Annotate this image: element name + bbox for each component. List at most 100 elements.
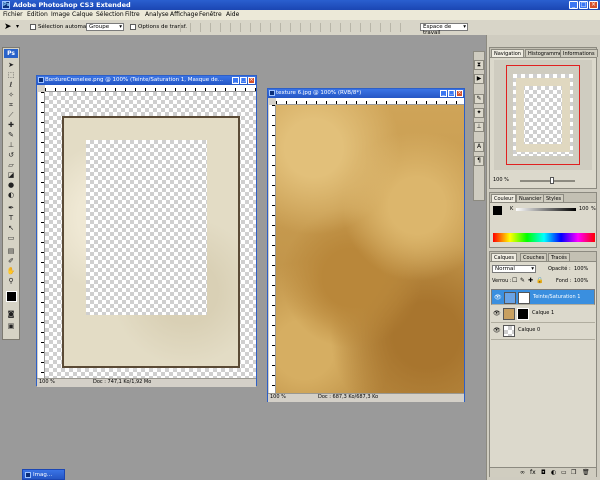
menu-calque[interactable]: Calque	[72, 11, 93, 19]
workspace-dropdown[interactable]: Espace de travail ▾	[420, 23, 468, 36]
healing-brush-tool-icon[interactable]: ✚	[6, 121, 16, 129]
horizontal-ruler[interactable]	[276, 98, 464, 105]
gradient-tool-icon[interactable]: ◪	[6, 171, 16, 179]
lock-transparency-icon[interactable]: ☐	[512, 277, 517, 285]
link-layers-icon[interactable]: ∞	[520, 468, 525, 477]
blur-tool-icon[interactable]: ●	[6, 181, 16, 189]
character-panel-icon[interactable]: A	[474, 142, 484, 152]
document-window-bordure[interactable]: BordureCrenelee.png @ 100% (Teinte/Satur…	[36, 75, 257, 387]
history-panel-icon[interactable]: ⧗	[474, 60, 484, 70]
layer-row[interactable]: 👁 Calque 1	[491, 306, 595, 323]
screen-mode-icon[interactable]: ▣	[6, 322, 16, 330]
tab-calques[interactable]: Calques	[491, 253, 517, 261]
auto-select-checkbox[interactable]	[30, 24, 36, 30]
doc-minimize-button[interactable]: _	[440, 90, 447, 97]
tool-preset-chevron-icon[interactable]: ▾	[16, 23, 19, 30]
navigator-preview[interactable]	[494, 60, 592, 170]
zoom-tool-icon[interactable]: ⚲	[6, 277, 16, 285]
photoshop-logo[interactable]: Ps	[4, 49, 18, 58]
move-tool-icon[interactable]: ➤	[6, 61, 16, 69]
quick-mask-icon[interactable]: ◙	[6, 310, 16, 318]
adjustment-layer-icon[interactable]: ◐	[551, 468, 556, 477]
clone-source-icon[interactable]: ⊥	[474, 122, 484, 132]
actions-panel-icon[interactable]: ▶	[474, 74, 484, 84]
color-value[interactable]: 100	[579, 206, 589, 213]
tab-nuancier[interactable]: Nuancier	[516, 194, 545, 202]
zoom-level[interactable]: 100 %	[270, 394, 286, 401]
close-button[interactable]: ×	[589, 1, 598, 9]
layer-mask-thumb[interactable]	[517, 308, 529, 320]
paragraph-panel-icon[interactable]: ¶	[474, 156, 484, 166]
align-distribute-icons[interactable]	[180, 23, 410, 32]
doc-close-button[interactable]: ×	[248, 77, 255, 84]
doc-size[interactable]: Doc : 687,3 Ko/687,3 Ko	[318, 394, 378, 401]
navigator-view-box[interactable]	[506, 65, 580, 165]
doc-maximize-button[interactable]: □	[448, 90, 455, 97]
tab-navigation[interactable]: Navigation	[491, 49, 524, 57]
opacity-value[interactable]: 100%	[574, 265, 588, 273]
doc-maximize-button[interactable]: □	[240, 77, 247, 84]
vertical-ruler[interactable]	[269, 105, 276, 393]
color-spectrum-ramp[interactable]	[493, 233, 595, 242]
texture-canvas[interactable]	[276, 105, 464, 393]
doc-minimize-button[interactable]: _	[232, 77, 239, 84]
doc-close-button[interactable]: ×	[456, 90, 463, 97]
tab-histogramme[interactable]: Histogramme	[525, 49, 565, 57]
blend-mode-dropdown[interactable]: Normal ▾	[492, 265, 536, 273]
shape-tool-icon[interactable]: ▭	[6, 234, 16, 242]
new-layer-icon[interactable]: ❐	[571, 468, 576, 477]
tab-traces[interactable]: Tracés	[548, 253, 570, 261]
brushes-panel-icon[interactable]: ✎	[474, 94, 484, 104]
foreground-color-swatch[interactable]	[6, 291, 17, 302]
pen-tool-icon[interactable]: ✒	[6, 204, 16, 212]
marquee-tool-icon[interactable]: ⬚	[6, 71, 16, 79]
maximize-button[interactable]: □	[579, 1, 588, 9]
tool-presets-icon[interactable]: ✦	[474, 108, 484, 118]
add-mask-icon[interactable]: ◘	[541, 468, 546, 477]
fill-value[interactable]: 100%	[574, 277, 588, 285]
menu-aide[interactable]: Aide	[226, 11, 239, 19]
history-brush-tool-icon[interactable]: ↺	[6, 151, 16, 159]
type-tool-icon[interactable]: T	[6, 214, 16, 222]
color-slider[interactable]	[516, 208, 576, 211]
new-group-icon[interactable]: ▭	[561, 468, 567, 477]
menu-fenetre[interactable]: Fenêtre	[199, 11, 222, 19]
menu-edition[interactable]: Edition	[27, 11, 48, 19]
canvas[interactable]	[45, 92, 256, 378]
menu-selection[interactable]: Sélection	[96, 11, 124, 19]
document-title-bar[interactable]: BordureCrenelee.png @ 100% (Teinte/Satur…	[37, 76, 256, 85]
tab-informations[interactable]: Informations	[560, 49, 598, 57]
horizontal-ruler[interactable]	[45, 85, 256, 92]
auto-select-dropdown[interactable]: Groupe ▾	[86, 23, 124, 31]
layer-row[interactable]: 👁 Calque 0	[491, 323, 595, 340]
eye-icon[interactable]: 👁	[493, 328, 501, 334]
notes-tool-icon[interactable]: ▤	[6, 247, 16, 255]
dodge-tool-icon[interactable]: ◐	[6, 191, 16, 199]
magic-wand-tool-icon[interactable]: ✧	[6, 91, 16, 99]
menu-affichage[interactable]: Affichage	[170, 11, 198, 19]
move-tool-icon[interactable]: ➤	[4, 22, 12, 32]
navigator-zoom-handle[interactable]	[550, 177, 554, 184]
navigator-zoom[interactable]: 100 %	[493, 177, 509, 184]
lock-all-icon[interactable]: 🔒	[536, 277, 543, 285]
transform-options-checkbox[interactable]	[130, 24, 136, 30]
eye-icon[interactable]: 👁	[493, 311, 501, 317]
foreground-color-swatch[interactable]	[493, 206, 502, 215]
navigator-zoom-slider[interactable]	[520, 180, 575, 182]
path-selection-tool-icon[interactable]: ↖	[6, 224, 16, 232]
trash-icon[interactable]: 🗑	[582, 468, 590, 477]
crop-tool-icon[interactable]: ⌗	[6, 101, 16, 109]
eye-icon[interactable]: 👁	[494, 295, 502, 301]
eyedropper-tool-icon[interactable]: ✐	[6, 257, 16, 265]
clone-stamp-tool-icon[interactable]: ⊥	[6, 141, 16, 149]
document-window-texture[interactable]: texture 6.jpg @ 100% (RVB/8*) _ □ × 100 …	[267, 88, 465, 402]
hand-tool-icon[interactable]: ✋	[6, 267, 16, 275]
minimized-document[interactable]: Imag...	[22, 469, 65, 480]
brush-tool-icon[interactable]: ✎	[6, 131, 16, 139]
vertical-ruler[interactable]	[38, 92, 45, 378]
lock-pixels-icon[interactable]: ✎	[520, 277, 525, 285]
tab-couleur[interactable]: Couleur	[491, 194, 517, 202]
menu-analyse[interactable]: Analyse	[145, 11, 169, 19]
zoom-level[interactable]: 100 %	[39, 379, 55, 386]
tab-couches[interactable]: Couches	[520, 253, 548, 261]
